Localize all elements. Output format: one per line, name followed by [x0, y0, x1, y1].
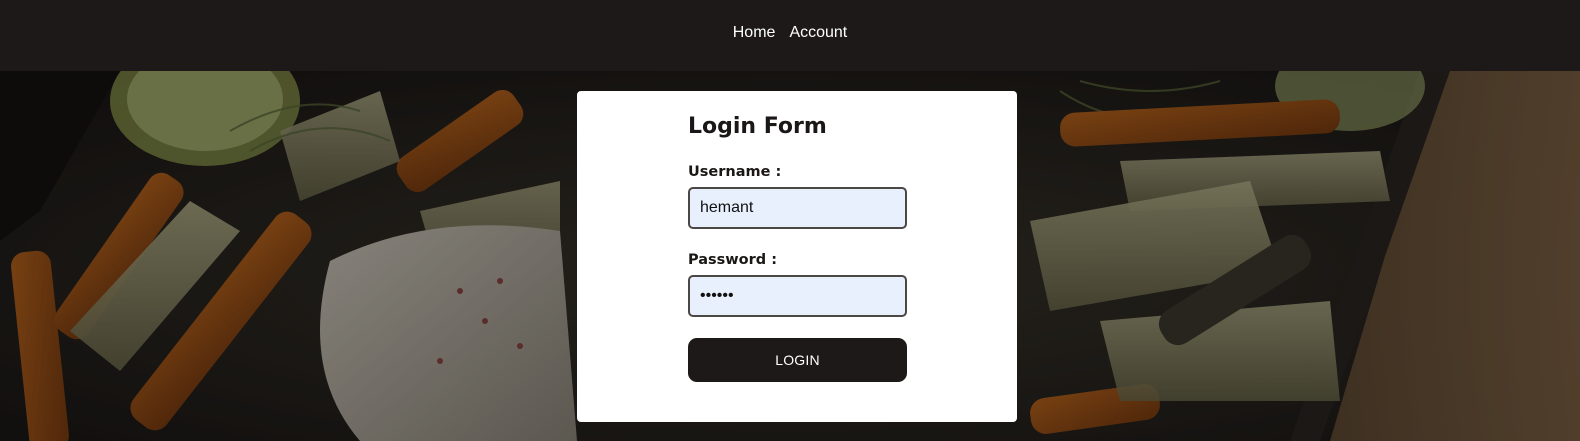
login-button[interactable]: LOGIN [688, 338, 907, 382]
login-form: Login Form Username : Password : LOGIN [688, 113, 908, 382]
top-navbar: Home Account [0, 0, 1580, 71]
password-input[interactable] [688, 275, 907, 317]
password-label: Password : [688, 252, 778, 268]
username-input[interactable] [688, 187, 907, 229]
form-title: Login Form [688, 114, 827, 139]
username-label: Username : [688, 164, 782, 180]
nav-home-link[interactable]: Home [733, 24, 776, 42]
nav-account-link[interactable]: Account [789, 24, 847, 42]
login-card: Login Form Username : Password : LOGIN [577, 91, 1017, 422]
